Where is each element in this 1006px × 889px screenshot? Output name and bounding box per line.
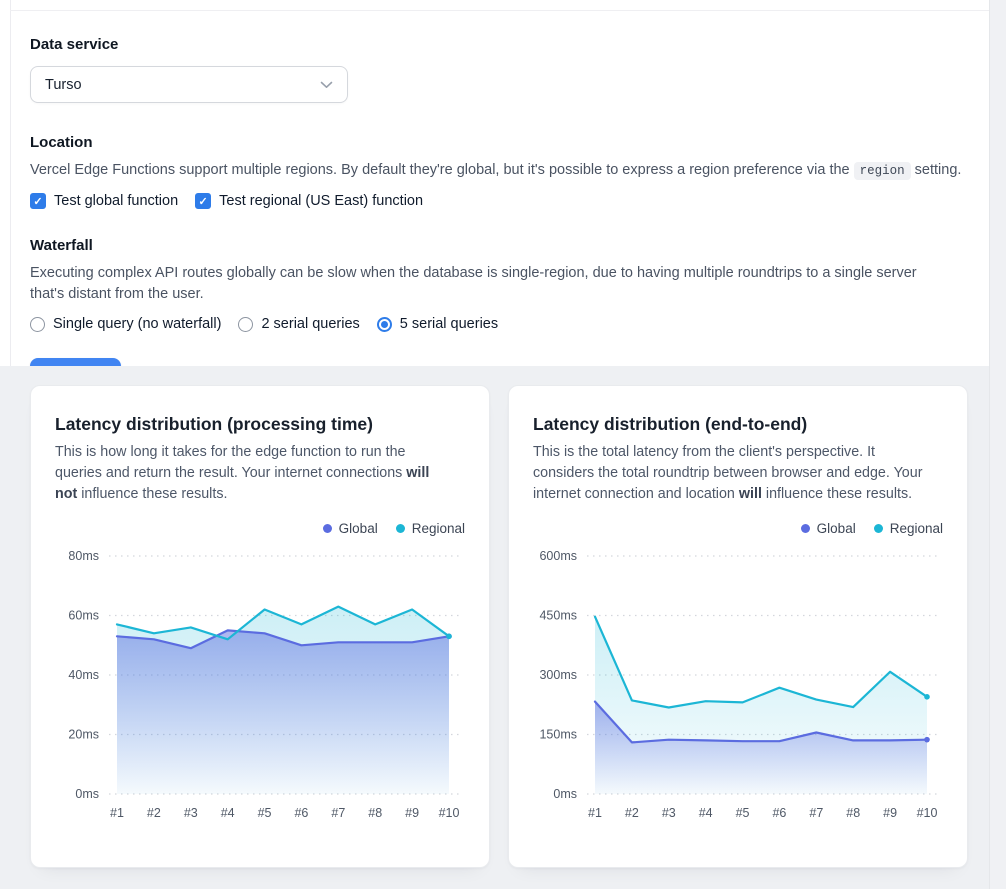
radio-label: 2 serial queries	[261, 316, 359, 332]
chart-legend: Global Regional	[55, 521, 465, 536]
radio-label: Single query (no waterfall)	[53, 316, 221, 332]
controls-panel: Data service Turso Location Vercel Edge …	[11, 11, 988, 394]
waterfall-description: Executing complex API routes globally ca…	[30, 263, 952, 305]
x-axis-label: #4	[699, 806, 713, 820]
radio-2-serial-queries[interactable]: 2 serial queries	[238, 316, 359, 332]
x-axis-label: #1	[110, 806, 124, 820]
radio-single-query-no-waterfall[interactable]: Single query (no waterfall)	[30, 316, 221, 332]
location-heading: Location	[30, 133, 988, 152]
legend-label: Regional	[412, 521, 465, 536]
location-description-pre: Vercel Edge Functions support multiple r…	[30, 162, 854, 178]
latency-chart: 0ms 150ms 300ms 450ms 600ms #1 #2 #3 #4 #5 #6 #7 #8 #…	[533, 542, 945, 828]
y-axis-label: 0ms	[75, 787, 99, 801]
x-axis-label: #6	[772, 806, 786, 820]
y-axis-label: 40ms	[68, 668, 99, 682]
radio-5-serial-queries[interactable]: 5 serial queries	[377, 316, 498, 332]
legend-dot-global	[323, 524, 332, 533]
legend-item-regional: Regional	[874, 521, 943, 536]
radio-label: 5 serial queries	[400, 316, 498, 332]
x-axis-label: #5	[258, 806, 272, 820]
region-code-chip: region	[854, 162, 911, 180]
x-axis-label: #8	[368, 806, 382, 820]
charts-row: Latency distribution (processing time) T…	[30, 385, 989, 868]
legend-dot-regional	[396, 524, 405, 533]
x-axis-label: #10	[917, 806, 938, 820]
card-description: This is the total latency from the clien…	[533, 442, 929, 505]
x-axis-label: #7	[331, 806, 345, 820]
radio-unselected-icon[interactable]	[30, 317, 45, 332]
x-axis-label: #4	[221, 806, 235, 820]
checkbox-checked-icon[interactable]: ✓	[30, 193, 46, 209]
description-text: influence these results.	[77, 486, 227, 502]
x-axis-label: #2	[147, 806, 161, 820]
legend-dot-regional	[874, 524, 883, 533]
x-axis-label: #5	[736, 806, 750, 820]
x-axis-label: #3	[184, 806, 198, 820]
series-endpoint-global	[924, 737, 930, 743]
y-axis-label: 600ms	[539, 549, 577, 563]
description-text: This is how long it takes for the edge f…	[55, 444, 406, 481]
x-axis-label: #9	[405, 806, 419, 820]
latency-card: Latency distribution (end-to-end) This i…	[508, 385, 968, 868]
legend-label: Regional	[890, 521, 943, 536]
checkbox-test-global-function[interactable]: ✓ Test global function	[30, 193, 178, 209]
y-axis-label: 450ms	[539, 609, 577, 623]
x-axis-label: #2	[625, 806, 639, 820]
checkbox-test-regional-us-east-function[interactable]: ✓ Test regional (US East) function	[195, 193, 423, 209]
y-axis-label: 150ms	[539, 728, 577, 742]
series-endpoint-regional	[446, 634, 452, 640]
legend-label: Global	[339, 521, 378, 536]
location-description-post: setting.	[911, 162, 962, 178]
legend-item-global: Global	[323, 521, 378, 536]
x-axis-label: #8	[846, 806, 860, 820]
y-axis-label: 0ms	[553, 787, 577, 801]
card-title: Latency distribution (end-to-end)	[533, 412, 943, 436]
checkbox-checked-icon[interactable]: ✓	[195, 193, 211, 209]
series-area-global	[117, 630, 449, 794]
checkbox-label: Test regional (US East) function	[219, 193, 423, 209]
right-gutter	[989, 0, 1006, 889]
data-service-heading: Data service	[30, 35, 988, 54]
y-axis-label: 60ms	[68, 609, 99, 623]
legend-item-regional: Regional	[396, 521, 465, 536]
y-axis-label: 80ms	[68, 549, 99, 563]
charts-section: Latency distribution (processing time) T…	[0, 366, 989, 889]
series-endpoint-regional	[924, 694, 930, 700]
description-bold-text: will	[739, 486, 762, 502]
checkbox-label: Test global function	[54, 193, 178, 209]
location-checkbox-group: ✓ Test global function ✓ Test regional (US …	[30, 193, 988, 209]
x-axis-label: #6	[294, 806, 308, 820]
radio-selected-icon[interactable]	[377, 317, 392, 332]
card-description: This is how long it takes for the edge f…	[55, 442, 451, 505]
chevron-down-icon	[320, 81, 333, 89]
x-axis-label: #7	[809, 806, 823, 820]
data-service-select[interactable]: Turso	[30, 66, 348, 103]
legend-label: Global	[817, 521, 856, 536]
radio-unselected-icon[interactable]	[238, 317, 253, 332]
card-title: Latency distribution (processing time)	[55, 412, 465, 436]
x-axis-label: #9	[883, 806, 897, 820]
x-axis-label: #3	[662, 806, 676, 820]
y-axis-label: 300ms	[539, 668, 577, 682]
x-axis-label: #1	[588, 806, 602, 820]
legend-dot-global	[801, 524, 810, 533]
waterfall-radio-group: Single query (no waterfall) 2 serial quer…	[30, 316, 988, 332]
location-description: Vercel Edge Functions support multiple r…	[30, 160, 988, 182]
x-axis-label: #10	[439, 806, 460, 820]
legend-item-global: Global	[801, 521, 856, 536]
description-text: influence these results.	[762, 486, 912, 502]
data-service-selected-value: Turso	[45, 77, 82, 93]
latency-chart: 0ms 20ms 40ms 60ms 80ms #1 #2 #3 #4 #5 #6 #7 #8 #9 #10	[55, 542, 467, 828]
y-axis-label: 20ms	[68, 728, 99, 742]
chart-legend: Global Regional	[533, 521, 943, 536]
latency-card: Latency distribution (processing time) T…	[30, 385, 490, 868]
waterfall-heading: Waterfall	[30, 236, 988, 255]
